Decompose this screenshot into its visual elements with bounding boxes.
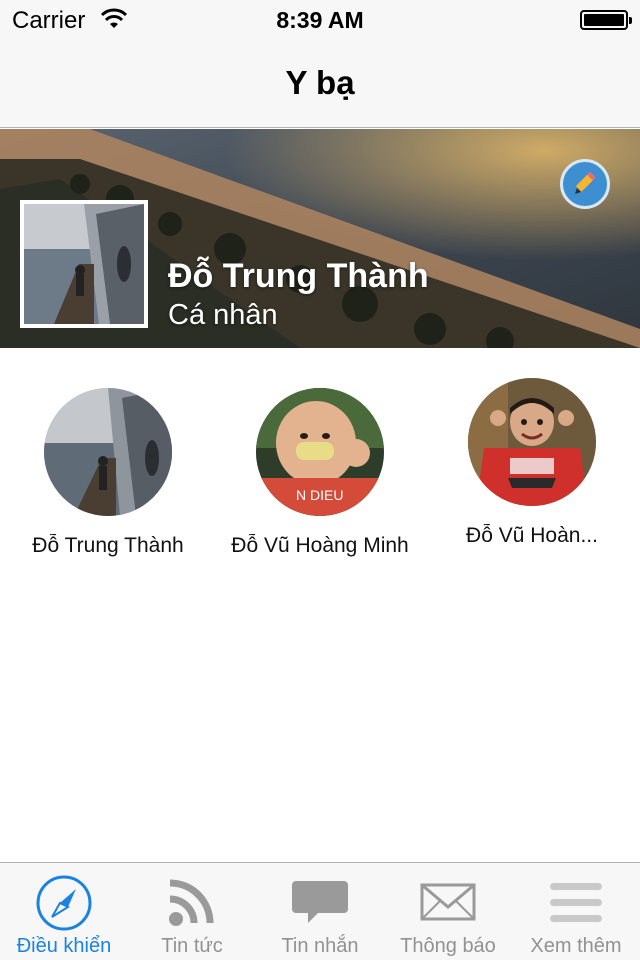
tab-dieu-khien[interactable]: Điều khiển — [0, 863, 128, 960]
rss-icon — [169, 879, 214, 926]
tab-xem-them[interactable]: Xem thêm — [512, 863, 640, 960]
tab-tin-nhan[interactable]: Tin nhắn — [256, 863, 384, 960]
battery-nub — [629, 17, 632, 24]
tab-label: Xem thêm — [530, 935, 622, 957]
profile-name: Đỗ Trung Thành — [168, 257, 429, 295]
chat-bubble-icon — [292, 881, 348, 923]
account-name: Đỗ Vũ Hoàn... — [466, 524, 598, 547]
tab-label: Thông báo — [400, 935, 496, 957]
account-name: Đỗ Trung Thành — [32, 534, 184, 557]
avatar — [44, 388, 172, 516]
avatar — [468, 378, 596, 506]
menu-icon — [550, 883, 602, 922]
battery-fill — [584, 14, 624, 26]
battery-icon — [580, 10, 632, 30]
tab-bar: Điều khiển Tin tức Tin nhắn Thông báo Xe… — [0, 862, 640, 960]
tab-thong-bao[interactable]: Thông báo — [384, 863, 512, 960]
page-title: Y bạ — [285, 64, 355, 101]
envelope-icon — [420, 883, 476, 921]
profile-type: Cá nhân — [168, 299, 278, 331]
tab-label: Tin tức — [161, 935, 223, 957]
status-bar: Carrier 8:39 AM — [0, 0, 640, 40]
tab-label: Điều khiển — [16, 935, 112, 957]
account-name: Đỗ Vũ Hoàng Minh — [231, 534, 409, 557]
pencil-icon — [575, 171, 596, 194]
account-item[interactable]: Đỗ Vũ Hoàn... — [432, 378, 632, 548]
profile-picture[interactable] — [20, 200, 148, 328]
svg-text:N DIEU: N DIEU — [296, 487, 343, 503]
clock: 8:39 AM — [276, 7, 364, 33]
edit-profile-button[interactable] — [560, 159, 610, 209]
screen: Carrier 8:39 AM Y bạ Đỗ Trung Thành Cá n… — [0, 0, 640, 960]
account-list: Đỗ Trung Thành N DIEU Đỗ Vũ Hoàng Minh Đ… — [0, 376, 640, 558]
avatar: N DIEU — [256, 388, 384, 516]
compass-icon — [36, 875, 92, 931]
tab-tin-tuc[interactable]: Tin tức — [128, 863, 256, 960]
account-item[interactable]: N DIEU Đỗ Vũ Hoàng Minh — [220, 388, 420, 558]
cover-photo: Đỗ Trung Thành Cá nhân — [0, 129, 640, 348]
profile-photo-image — [24, 204, 144, 324]
account-item[interactable]: Đỗ Trung Thành — [8, 388, 208, 558]
navigation-bar: Y bạ — [0, 40, 640, 128]
tab-label: Tin nhắn — [281, 935, 359, 957]
